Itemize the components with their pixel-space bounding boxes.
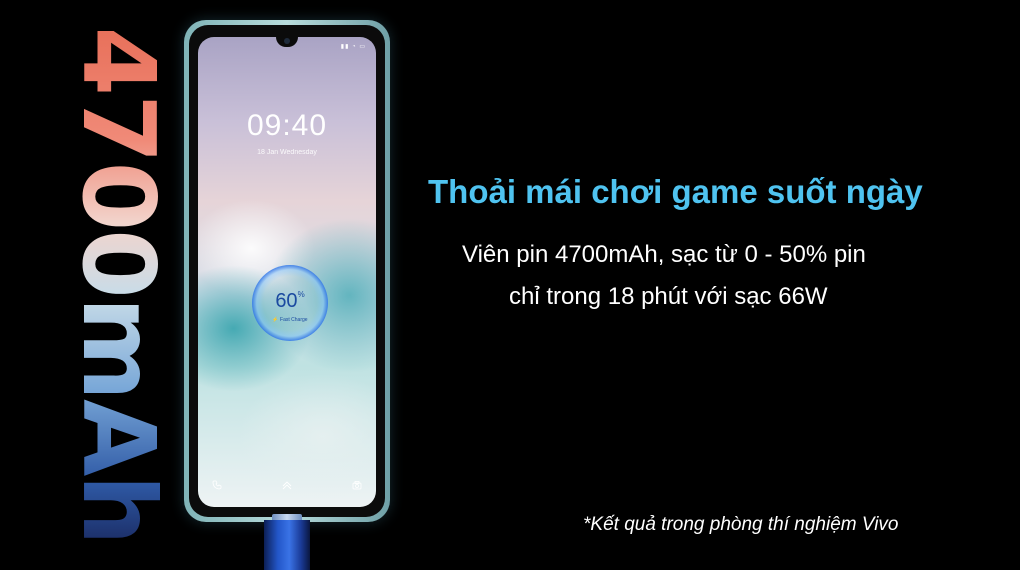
phone-call-icon xyxy=(212,480,222,493)
charge-value: 60 xyxy=(275,290,298,312)
charging-cable xyxy=(264,520,310,570)
phone-notch xyxy=(276,37,298,47)
phone-image: ▮▮ ◔ ▭ 09:40 18 Jan Wednesday 60% ⚡ Fast… xyxy=(184,20,390,522)
status-bar-icons: ▮▮ ◔ ▭ xyxy=(340,44,366,50)
description-line-2: chỉ trong 18 phút với sạc 66W xyxy=(509,283,828,310)
phone-screen: ▮▮ ◔ ▭ 09:40 18 Jan Wednesday 60% ⚡ Fast… xyxy=(198,37,376,507)
swipe-up-icon xyxy=(281,480,293,493)
lockscreen-date: 18 Jan Wednesday xyxy=(257,149,317,156)
charge-percentage: 60% xyxy=(252,290,328,313)
promo-banner: 4700mAh ▮▮ ◔ ▭ 09:40 18 Jan Wednesday 60… xyxy=(0,0,1020,570)
description-line-1: Viên pin 4700mAh, sạc từ 0 - 50% pin xyxy=(462,241,866,268)
camera-icon xyxy=(352,480,362,493)
battery-capacity-graphic: 4700mAh xyxy=(60,26,177,544)
headline: Thoải mái chơi game suốt ngày xyxy=(428,173,923,210)
charge-unit: % xyxy=(297,290,305,299)
front-camera xyxy=(284,38,290,44)
fast-charge-label: ⚡ Fast Charge xyxy=(272,317,308,323)
lab-test-footnote: *Kết quả trong phòng thí nghiệm Vivo xyxy=(583,514,899,535)
phone-bezel: ▮▮ ◔ ▭ 09:40 18 Jan Wednesday 60% ⚡ Fast… xyxy=(189,25,385,517)
lockscreen-clock: 09:40 xyxy=(246,109,328,142)
